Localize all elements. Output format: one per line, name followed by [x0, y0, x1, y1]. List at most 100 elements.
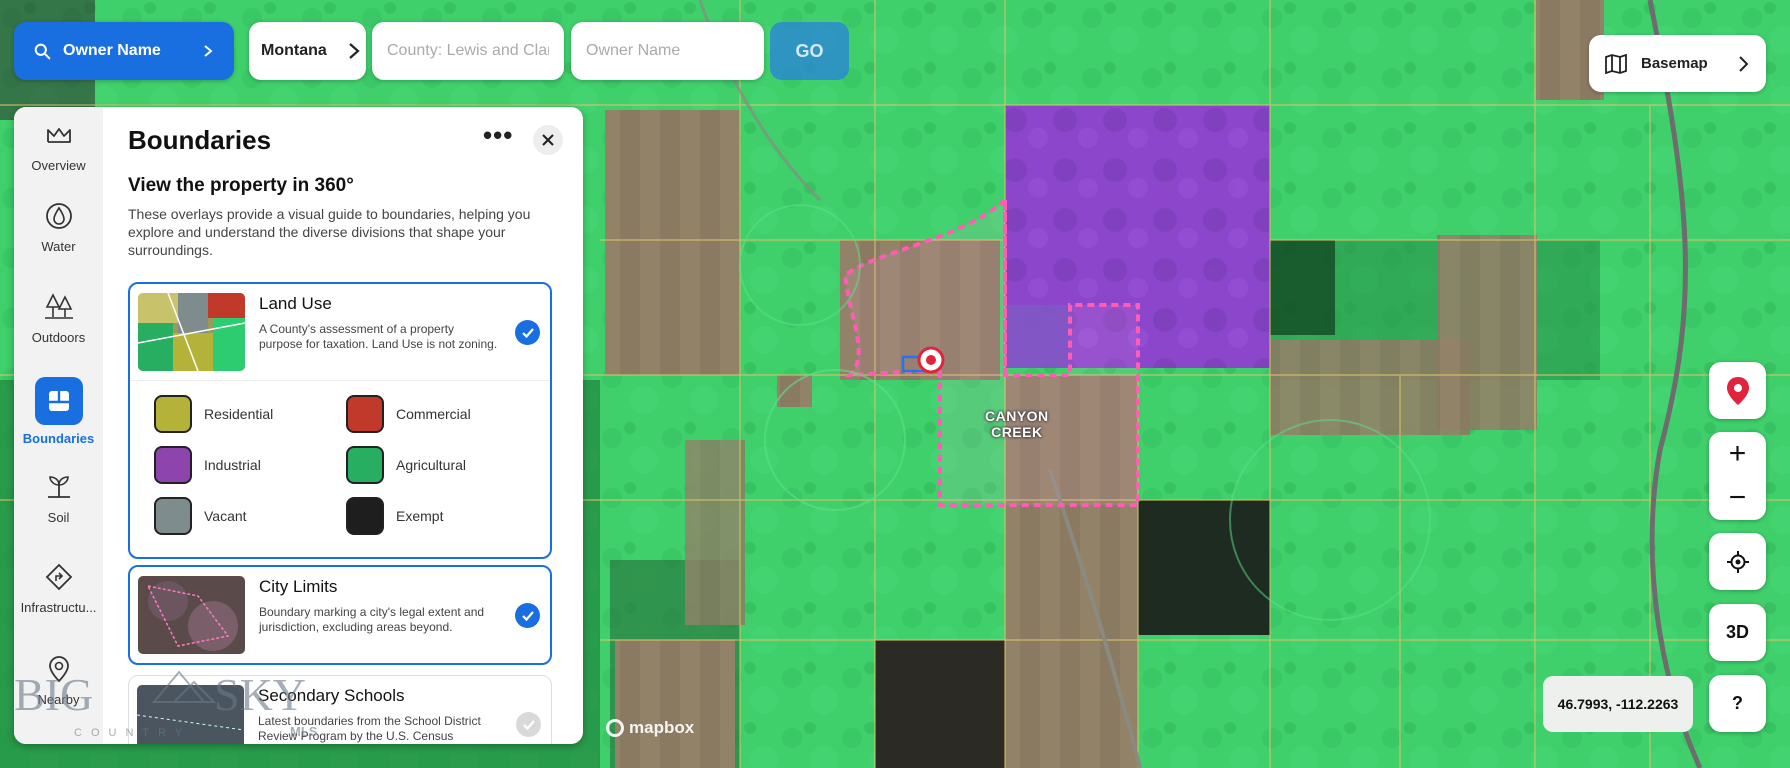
- location-pin-icon: [42, 652, 76, 686]
- coordinates-readout: 46.7993, -112.2263: [1543, 676, 1693, 732]
- legend-item-vacant: Vacant: [154, 497, 247, 535]
- legend-label: Residential: [204, 406, 274, 422]
- go-button[interactable]: GO: [770, 22, 849, 80]
- legend-swatch: [154, 395, 192, 433]
- legend-label: Exempt: [396, 508, 444, 524]
- layer-card-secondary-schools[interactable]: Secondary Schools Latest boundaries from…: [128, 675, 552, 744]
- checkmark-icon: [521, 610, 534, 621]
- legend-item-residential: Residential: [154, 395, 273, 433]
- crosshair-icon: [1726, 550, 1749, 573]
- legend-swatch: [346, 395, 384, 433]
- legend-item-exempt: Exempt: [346, 497, 443, 535]
- basemap-label: Basemap: [1641, 55, 1708, 72]
- layer-card-title: City Limits: [259, 577, 338, 596]
- layer-toggle-checkbox[interactable]: [515, 603, 540, 628]
- map-pin-icon: [1726, 376, 1749, 405]
- layer-card-city-limits[interactable]: City Limits Boundary marking a city's le…: [128, 565, 552, 665]
- county-input[interactable]: [372, 42, 564, 60]
- layer-card-header: Secondary Schools Latest boundaries from…: [129, 676, 551, 744]
- panel-sidebar: Overview Water Outdoors Boundaries Soil: [14, 107, 103, 744]
- road-sign-icon: [42, 560, 76, 594]
- water-drop-icon: [42, 199, 76, 233]
- sidebar-item-label: Outdoors: [31, 329, 86, 345]
- layer-card-title: Land Use: [259, 294, 332, 313]
- legend-item-industrial: Industrial: [154, 446, 261, 484]
- place-label: CANYON CREEK: [985, 408, 1049, 440]
- layer-card-description: Boundary marking a city's legal extent a…: [259, 605, 485, 634]
- layer-card-description: Latest boundaries from the School Distri…: [258, 714, 481, 743]
- schools-thumbnail: [137, 685, 244, 744]
- layer-card-land-use[interactable]: Land Use A County's assessment of a prop…: [128, 282, 552, 559]
- owner-field-wrapper: [571, 22, 764, 80]
- layer-toggle-checkbox[interactable]: [515, 320, 540, 345]
- legend-label: Agricultural: [396, 457, 467, 473]
- panel-description: These overlays provide a visual guide to…: [128, 206, 531, 258]
- mapbox-logo-icon: [606, 719, 624, 737]
- sidebar-item-label: Boundaries: [22, 430, 95, 446]
- zoom-in-button[interactable]: +: [1709, 432, 1766, 476]
- legend-swatch: [154, 446, 192, 484]
- land-use-legend: Residential Commercial Industrial Agricu…: [130, 380, 550, 557]
- place-label-line1: CANYON: [985, 408, 1049, 424]
- drop-pin-button[interactable]: [1709, 362, 1766, 419]
- basemap-button[interactable]: Basemap: [1589, 35, 1766, 92]
- panel-title: Boundaries: [128, 125, 272, 155]
- mapbox-label: mapbox: [629, 718, 695, 737]
- sidebar-item-label: Water: [41, 238, 76, 254]
- owner-search-button[interactable]: Owner Name: [14, 22, 234, 80]
- chevron-right-icon: [1739, 55, 1749, 72]
- panel-content: Boundaries ••• View the property in 360°…: [103, 107, 583, 744]
- sidebar-item-infrastructure[interactable]: Infrastructu...: [14, 547, 103, 627]
- panel-subtitle: View the property in 360°: [128, 175, 354, 196]
- state-label: Montana: [261, 42, 327, 59]
- sidebar-item-nearby[interactable]: Nearby: [14, 639, 103, 719]
- city-limits-thumbnail: [138, 576, 245, 654]
- layer-card-header: Land Use A County's assessment of a prop…: [130, 284, 550, 380]
- checkmark-icon: [522, 719, 535, 730]
- owner-name-input[interactable]: [571, 42, 764, 60]
- layer-card-header: City Limits Boundary marking a city's le…: [130, 567, 550, 663]
- layer-card-title: Secondary Schools: [258, 686, 405, 705]
- place-label-line2: CREEK: [991, 424, 1043, 440]
- legend-label: Vacant: [204, 508, 247, 524]
- checkmark-icon: [521, 327, 534, 338]
- crown-icon: [42, 118, 76, 152]
- sidebar-item-label: Overview: [31, 157, 86, 173]
- locate-me-button[interactable]: [1709, 533, 1766, 590]
- zoom-controls: + −: [1709, 432, 1766, 520]
- sidebar-item-boundaries[interactable]: Boundaries: [14, 367, 103, 455]
- legend-label: Industrial: [204, 457, 261, 473]
- search-icon: [34, 43, 51, 59]
- plant-icon: [42, 470, 76, 504]
- sidebar-item-water[interactable]: Water: [14, 186, 103, 266]
- legend-swatch: [346, 497, 384, 535]
- county-field-wrapper: [372, 22, 564, 80]
- owner-search-label: Owner Name: [63, 42, 161, 59]
- legend-swatch: [154, 497, 192, 535]
- mapbox-attribution[interactable]: mapbox: [606, 718, 694, 738]
- sidebar-item-overview[interactable]: Overview: [14, 107, 103, 185]
- sidebar-item-label: Infrastructu...: [20, 599, 97, 615]
- sidebar-item-outdoors[interactable]: Outdoors: [14, 277, 103, 357]
- boundaries-icon: [34, 376, 83, 425]
- layer-toggle-checkbox[interactable]: [516, 712, 541, 737]
- close-button[interactable]: [533, 125, 563, 155]
- legend-item-agricultural: Agricultural: [346, 446, 466, 484]
- legend-label: Commercial: [396, 406, 471, 422]
- toggle-3d-button[interactable]: 3D: [1709, 604, 1766, 661]
- chevron-right-icon: [349, 43, 360, 59]
- map-icon: [1605, 53, 1627, 74]
- zoom-out-button[interactable]: −: [1709, 476, 1766, 520]
- sidebar-item-label: Soil: [47, 509, 70, 525]
- trees-icon: [42, 290, 76, 324]
- help-button[interactable]: ?: [1709, 675, 1766, 732]
- state-selector[interactable]: Montana: [249, 22, 366, 80]
- boundaries-panel: Overview Water Outdoors Boundaries Soil: [14, 107, 583, 744]
- legend-swatch: [346, 446, 384, 484]
- sidebar-item-label: Nearby: [37, 691, 80, 707]
- legend-item-commercial: Commercial: [346, 395, 471, 433]
- sidebar-item-soil[interactable]: Soil: [14, 457, 103, 537]
- chevron-right-icon: [204, 45, 213, 57]
- land-use-thumbnail: [138, 293, 245, 371]
- more-options-button[interactable]: •••: [483, 122, 513, 148]
